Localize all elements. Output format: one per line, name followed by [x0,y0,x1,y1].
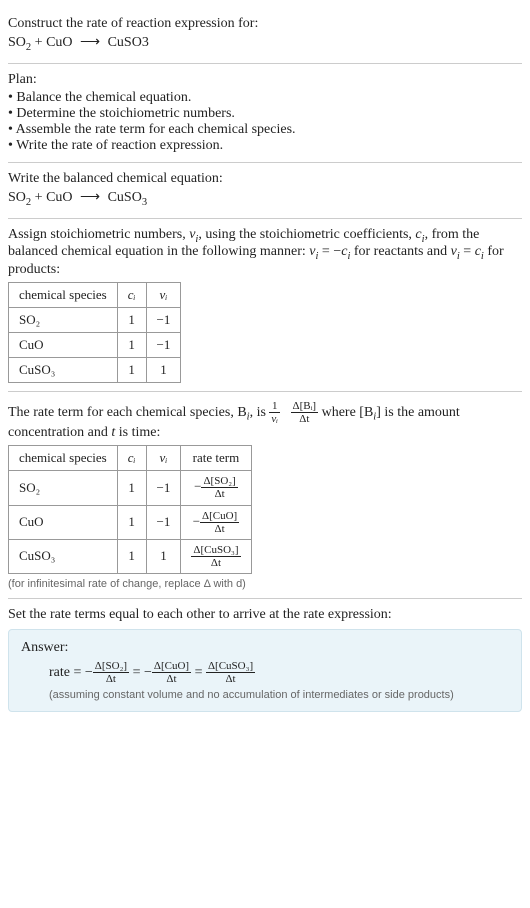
table-row: CuSO₃ 1 1 [9,358,181,383]
col-ci: cᵢ [117,446,146,471]
table-header-row: chemical species cᵢ νᵢ rate term [9,446,252,471]
plan-section: Plan: Balance the chemical equation. Det… [8,64,522,163]
final-title: Set the rate terms equal to each other t… [8,607,522,623]
rateterm-table: chemical species cᵢ νᵢ rate term SO₂ 1 −… [8,445,252,574]
reaction-arrow-icon: ⟶ [76,190,104,205]
final-section: Set the rate terms equal to each other t… [8,599,522,720]
plan-item: Write the rate of reaction expression. [8,138,522,154]
table-row: SO₂ 1 −1 [9,308,181,333]
plan-item: Balance the chemical equation. [8,90,522,106]
col-nui: νᵢ [146,283,181,308]
species-so2: SO2 [8,190,31,205]
fraction: Δ[Bᵢ]Δt [291,400,319,425]
plan-heading: Plan: [8,72,522,88]
species-cuso3: CuSO3 [108,190,147,205]
plan-item: Determine the stoichiometric numbers. [8,106,522,122]
fraction: 1νᵢ [269,400,280,425]
fraction: Δ[CuO]Δt [152,660,191,685]
fraction: Δ[CuSO₃]Δt [191,544,240,569]
col-rateterm: rate term [181,446,251,471]
balanced-section: Write the balanced chemical equation: SO… [8,163,522,219]
fraction: Δ[CuO]Δt [200,510,239,535]
prompt-equation: SO2 + CuO ⟶ CuSO3 [8,34,522,53]
fraction: Δ[CuSO₃]Δt [206,660,255,685]
answer-label: Answer: [21,640,509,656]
stoich-table: chemical species cᵢ νᵢ SO₂ 1 −1 CuO 1 −1… [8,282,181,383]
stoich-text: Assign stoichiometric numbers, νi, using… [8,227,522,279]
table-row: CuO 1 −1 [9,333,181,358]
col-species: chemical species [9,446,118,471]
species-cuo: CuO [46,35,72,50]
species-so2: SO2 [8,35,31,50]
rate-expression: rate = −Δ[SO₂]Δt = −Δ[CuO]Δt = Δ[CuSO₃]Δ… [21,660,509,685]
balanced-equation: SO2 + CuO ⟶ CuSO3 [8,189,522,208]
rateterm-text: The rate term for each chemical species,… [8,400,522,441]
table-header-row: chemical species cᵢ νᵢ [9,283,181,308]
plan-item: Assemble the rate term for each chemical… [8,122,522,138]
prompt-title: Construct the rate of reaction expressio… [8,16,522,32]
prompt-section: Construct the rate of reaction expressio… [8,8,522,64]
species-cuso3: CuSO3 [108,35,149,50]
plan-list: Balance the chemical equation. Determine… [8,90,522,154]
assumption-note: (assuming constant volume and no accumul… [21,689,509,701]
table-row: CuSO₃ 1 1 Δ[CuSO₃]Δt [9,539,252,573]
answer-box: Answer: rate = −Δ[SO₂]Δt = −Δ[CuO]Δt = Δ… [8,629,522,712]
fraction: Δ[SO₂]Δt [93,660,129,685]
reaction-arrow-icon: ⟶ [76,35,104,50]
col-nui: νᵢ [146,446,181,471]
balanced-title: Write the balanced chemical equation: [8,171,522,187]
table-row: SO₂ 1 −1 −Δ[SO₂]Δt [9,471,252,505]
rateterm-section: The rate term for each chemical species,… [8,392,522,599]
species-cuo: CuO [46,190,72,205]
table-row: CuO 1 −1 −Δ[CuO]Δt [9,505,252,539]
col-species: chemical species [9,283,118,308]
delta-note: (for infinitesimal rate of change, repla… [8,578,522,590]
fraction: Δ[SO₂]Δt [201,475,237,500]
stoich-section: Assign stoichiometric numbers, νi, using… [8,219,522,393]
col-ci: cᵢ [117,283,146,308]
